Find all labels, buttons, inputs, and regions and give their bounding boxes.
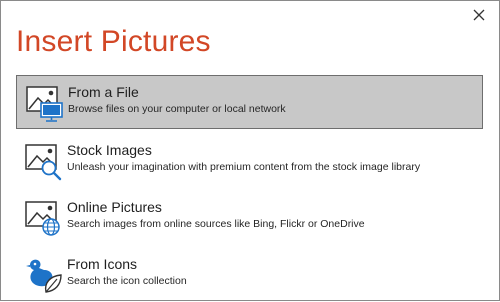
option-from-icons[interactable]: From Icons Search the icon collection (16, 248, 483, 302)
picture-search-icon (25, 144, 62, 181)
option-title: Stock Images (67, 142, 152, 158)
picture-globe-icon (25, 201, 60, 236)
close-icon (473, 9, 485, 21)
option-description: Search the icon collection (67, 275, 187, 287)
option-online-pictures[interactable]: Online Pictures Search images from onlin… (16, 191, 483, 245)
option-from-a-file[interactable]: From a File Browse files on your compute… (16, 75, 483, 129)
option-description: Search images from online sources like B… (67, 218, 365, 230)
close-button[interactable] (468, 4, 490, 26)
option-title: From Icons (67, 256, 138, 272)
option-title: From a File (68, 84, 139, 100)
picture-monitor-icon (26, 86, 63, 122)
option-title: Online Pictures (67, 199, 162, 215)
insert-pictures-dialog: Insert Pictures From a File Browse files… (0, 0, 500, 301)
dialog-title: Insert Pictures (16, 25, 211, 58)
option-description: Browse files on your computer or local n… (68, 103, 286, 115)
bird-leaf-icon (26, 259, 62, 293)
option-stock-images[interactable]: Stock Images Unleash your imagination wi… (16, 134, 483, 188)
option-description: Unleash your imagination with premium co… (67, 161, 421, 173)
